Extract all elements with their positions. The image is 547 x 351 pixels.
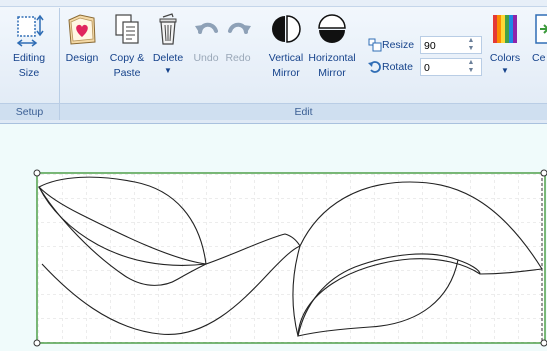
vertical-mirror-label-2: Mirror	[272, 67, 300, 79]
handle-bottom-left[interactable]	[33, 339, 41, 347]
trash-icon	[159, 13, 177, 45]
handle-top-right[interactable]	[540, 169, 547, 177]
colors-dropdown-arrow[interactable]: ▼	[485, 66, 525, 76]
copy-paste-icon	[115, 14, 139, 44]
delete-button[interactable]: Delete ▼	[149, 12, 187, 76]
undo-icon	[195, 22, 218, 34]
design-label: Design	[65, 52, 99, 64]
horizontal-mirror-label-1: Horizontal	[308, 52, 356, 64]
vertical-mirror-button[interactable]: Vertical Mirror	[267, 12, 305, 81]
colors-button[interactable]: Colors ▼	[485, 12, 525, 76]
horizontal-mirror-label-2: Mirror	[318, 67, 346, 79]
rotate-label: Rotate	[382, 61, 413, 73]
undo-label: Undo	[193, 52, 219, 64]
center-label: Ce	[532, 52, 546, 64]
setup-group: Editing Size Setup	[0, 8, 60, 120]
edit-group-label: Edit	[60, 103, 547, 120]
ribbon-toolbar: Editing Size Setup Design Copy & Paste D…	[0, 0, 547, 124]
copy-paste-label-1: Copy &	[109, 52, 145, 64]
resize-icon	[368, 38, 382, 52]
editing-size-label-1: Editing	[12, 52, 46, 64]
editing-size-label-2: Size	[18, 67, 40, 79]
handle-bottom-right[interactable]	[540, 339, 547, 347]
redo-button[interactable]: Redo	[223, 12, 253, 66]
horizontal-mirror-icon	[318, 14, 346, 43]
center-icon	[535, 14, 547, 44]
horizontal-mirror-button[interactable]: Horizontal Mirror	[307, 12, 357, 81]
rotate-spinner[interactable]: ▲ ▼	[464, 59, 478, 75]
copy-paste-button[interactable]: Copy & Paste	[104, 12, 150, 81]
editing-size-icon	[16, 14, 44, 47]
setup-group-label: Setup	[0, 103, 59, 120]
redo-icon	[228, 22, 251, 34]
redo-label: Redo	[225, 52, 251, 64]
copy-paste-label-2: Paste	[113, 67, 141, 79]
delete-label: Delete	[152, 52, 184, 64]
resize-field: Resize 90 ▲ ▼	[368, 36, 484, 54]
color-palette-icon	[493, 15, 517, 43]
design-drawing[interactable]	[0, 124, 547, 351]
vertical-mirror-label-1: Vertical	[268, 52, 304, 64]
resize-spinner[interactable]: ▲ ▼	[464, 37, 478, 53]
undo-button[interactable]: Undo	[191, 12, 221, 66]
center-button[interactable]: Ce	[532, 12, 547, 66]
design-heart-icon	[68, 14, 96, 45]
delete-dropdown-arrow[interactable]: ▼	[149, 66, 187, 76]
design-button[interactable]: Design	[62, 12, 102, 66]
editing-size-button[interactable]: Editing Size	[2, 12, 56, 81]
handle-top-left[interactable]	[33, 169, 41, 177]
ribbon-top-strip	[0, 0, 547, 7]
vertical-mirror-icon	[272, 15, 301, 43]
resize-label: Resize	[382, 39, 415, 51]
design-canvas[interactable]	[0, 124, 547, 351]
colors-label: Colors	[489, 52, 521, 64]
rotate-icon	[368, 61, 381, 73]
rotate-field: Rotate 0 ▲ ▼	[368, 58, 484, 76]
grid-pattern	[37, 173, 545, 343]
edit-group: Design Copy & Paste Delete ▼ Undo Redo V…	[60, 8, 547, 120]
